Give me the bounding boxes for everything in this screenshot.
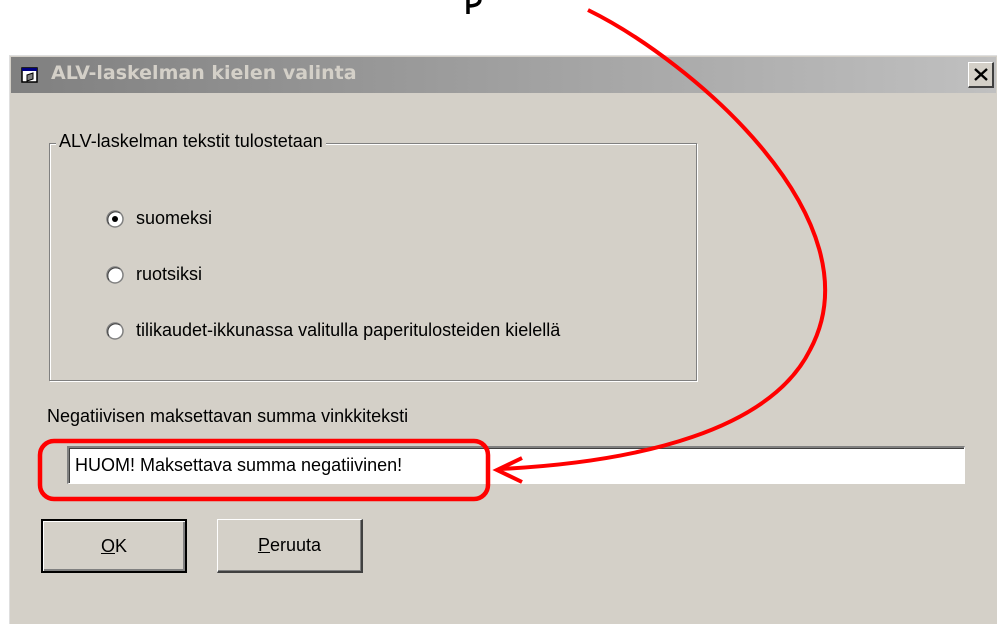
cancel-mnemonic: P <box>257 535 270 555</box>
cropped-heading-fragment <box>466 0 482 14</box>
ok-label-rest: K <box>115 535 128 556</box>
radio-label: ruotsiksi <box>136 264 203 284</box>
hint-text-label: Negatiivisen maksettavan summa vinkkitek… <box>47 406 409 426</box>
dialog-window: ALV-laskelman kielen valinta ALV-laskelm… <box>8 54 997 624</box>
close-icon <box>974 68 988 81</box>
ok-mnemonic: O <box>100 535 115 556</box>
radio-option-swedish[interactable]: ruotsiksi <box>106 264 202 285</box>
title-bar: ALV-laskelman kielen valinta <box>11 57 996 93</box>
hint-text-input[interactable] <box>67 446 965 484</box>
ok-button[interactable]: OK <box>41 519 187 573</box>
screenshot-stage: ALV-laskelman kielen valinta ALV-laskelm… <box>0 0 997 624</box>
radio-option-finnish[interactable]: suomeksi <box>106 208 212 229</box>
cancel-label-rest: eruuta <box>269 535 322 555</box>
radio-unselected-icon[interactable] <box>106 265 124 284</box>
dialog-title: ALV-laskelman kielen valinta <box>51 62 357 84</box>
radio-option-print-language[interactable]: tilikaudet-ikkunassa valitulla paperitul… <box>106 320 560 341</box>
groupbox-legend: ALV-laskelman tekstit tulostetaan <box>56 131 326 152</box>
radio-label: suomeksi <box>136 208 213 228</box>
language-groupbox: ALV-laskelman tekstit tulostetaan suomek… <box>49 131 697 381</box>
radio-label: tilikaudet-ikkunassa valitulla paperitul… <box>136 320 561 340</box>
close-button[interactable] <box>968 62 994 88</box>
cancel-button[interactable]: Peruuta <box>217 519 363 573</box>
app-window-icon <box>21 65 41 85</box>
radio-unselected-icon[interactable] <box>106 321 124 340</box>
radio-selected-icon[interactable] <box>106 209 124 228</box>
